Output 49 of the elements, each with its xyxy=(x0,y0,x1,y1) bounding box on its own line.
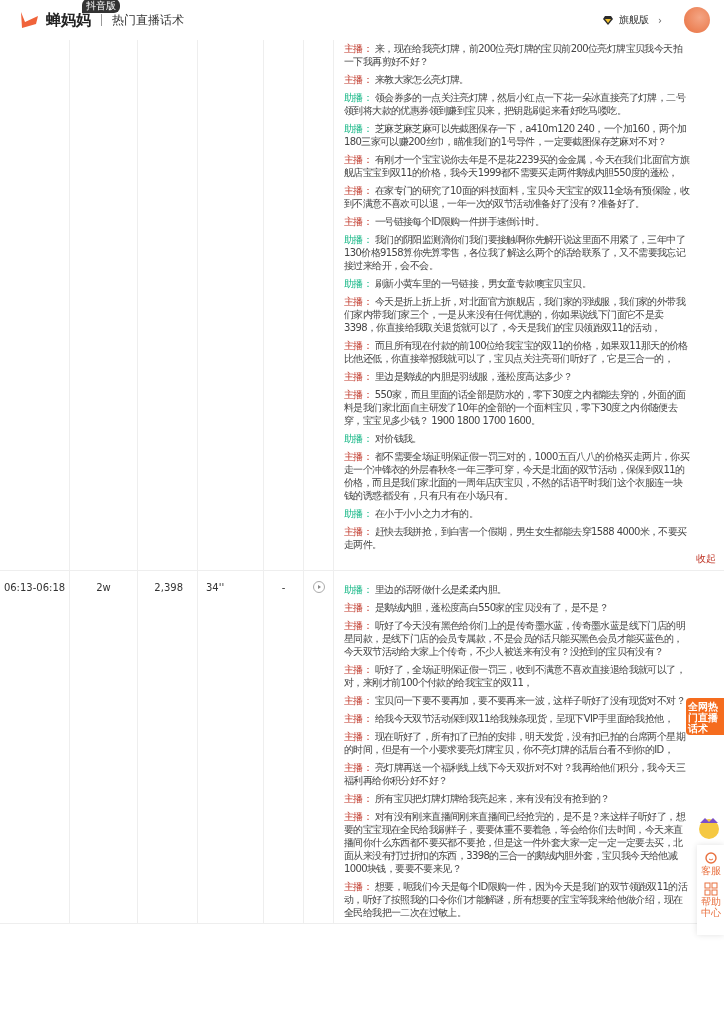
script-line: 主播： 里边是鹅绒的内胆是羽绒服，蓬松度高达多少？ xyxy=(344,370,574,383)
script-line: 助播： 刷新小黄车里的一号链接，男女童专款噢宝贝宝贝。 xyxy=(344,277,592,290)
script-line: 主播： 听好了，全场证明保证假一罚三，收到不满意不喜欢直接退给我就可以了，对，来刚才前100个付款的给我宝宝的双11， xyxy=(344,663,686,689)
play-icon[interactable] xyxy=(312,581,325,593)
headset-icon xyxy=(703,851,718,865)
script-line: 主播： 宝贝问一下要不要再加，要不要再来一波，这样子听好了没有现货对不对？ xyxy=(344,694,686,707)
mascot-icon xyxy=(696,815,722,841)
script-line: 主播： 有刚才一个宝宝说你去年是不是花2239买的金金属，今天在我们北面官方旗舰店宝宝到双11的价格，我今天1999都不需要买走两件鹅绒内胆550度的蓬松， xyxy=(344,153,690,179)
script-line: 主播： 在家专门的研究了10面的科技面料，宝贝今天宝宝的双11全场有预保险，收到不满意不喜欢可以退，一年一次的双节活动准备好了没有？准备好了。 xyxy=(344,184,690,210)
script-line: 主播： 听好了今天没有黑色给你们上的是传奇墨水蓝，传奇墨水蓝是线下门店的明星同款，是线下门店的会员专属款，不是会员的话只能买黑色会员才能买蓝色的，今天双节活动给大家上个传奇，不少人被送来有没有？没抢到的宝贝有没有？ xyxy=(344,619,686,658)
script-line: 主播： 都不需要全场证明保证假一罚三对的，1000五百八八的价格买走两片，你买走一个冲锋衣的外层春秋冬一年三季可穿，今天是北面的双节活动，保保到双11的价格，而且是我们家北面的一周年店庆宝贝，不然的话语平时我们这个衣服连一块钱的诱惑都没有，只有只有在小场只有。 xyxy=(344,450,690,502)
grid-icon xyxy=(703,882,718,896)
viewer-count: 2w xyxy=(96,582,111,593)
script-line: 主播： 而且所有现在付款的前100位给我宝宝的双11的价格，如果双11那天的价格比他还低，你直接举报我就可以了，宝贝点关注亮哥们听好了，它是三合一的， xyxy=(344,339,689,365)
collapse-link[interactable]: 收起 xyxy=(696,552,716,566)
page-title: 热门直播话术 xyxy=(112,11,184,29)
script-line: 助播： 领会券多的一点关注亮灯牌，然后小红点一下花一朵冰直接亮了灯牌，二号领到将大款的优惠券领到赚到宝贝来，把钥匙刷起来看好吃马喽吃。 xyxy=(344,91,687,117)
time-range: 06:13-06:18 xyxy=(3,582,66,593)
script-line: 主播： 现在听好了，所有扣了已拍的安排，明天发货，没有扣已拍的台席两个星期的时间，但是有一个小要求要亮灯牌宝贝，你不亮灯牌的话后台看不到你的ID， xyxy=(344,730,687,756)
script-line: 助播： 在小于小小之力才有的。 xyxy=(344,507,480,520)
side-link[interactable]: 客服 xyxy=(700,865,721,876)
table-cell: - xyxy=(281,582,286,593)
script-line: 主播： 想要，呃我们今天是每个ID限购一件，因为今天是我们的双节领跑双11的活动，听好了按照我的口令你们才能解谜，所有想要的宝宝等我来给他做介绍，现在全民给我把一二次在过敏上。 xyxy=(344,880,689,919)
script-line: 主播： 给我今天双节活动保到双11给我辣条现货，呈现下VIP手里面给我抢他， xyxy=(344,712,674,725)
script-line: 主播： 所有宝贝把灯牌灯牌给我亮起来，来有没有没有抢到的？ xyxy=(344,792,611,805)
script-line: 助播： 对价钱我。 xyxy=(344,432,423,445)
side-link[interactable]: 帮助中心 xyxy=(700,896,721,918)
script-line: 主播： 一号链接每个ID限购一件拼手速倒计时。 xyxy=(344,215,546,228)
script-line: 主播： 对有没有刚来直播间刚来直播间已经抢完的，是不是？来这样子听好了，想要的宝宝现在全民给我刷样子，要要体重不要着急，等会给你们去时间，今天来直播间你什么东西都不要买都不要抢，但是这一件外套大家一定一定一定要去买，北面从来没有打过折扣的东西，3398的三合一的鹅绒内胆外套，宝贝我今天给他减1000块钱，要要不要来见？ xyxy=(344,810,687,875)
script-line: 主播： 来教大家怎么亮灯牌。 xyxy=(344,73,470,86)
script-line: 助播： 我们的阴阳监测滴你们我们要接触啊你先解开说这里面不用紧了，三年中了130价格9158算你先算零售，各位我了解这么两个的话给联系了，又不需要我忘记接过来给开，会不会。 xyxy=(344,233,687,272)
script-line: 主播： 来，现在给我亮灯牌，前200位亮灯牌的宝贝前200位亮灯牌宝贝我今天拍一下我再剪好不好？ xyxy=(344,42,684,68)
promo-card[interactable]: 全网热门直播话术 xyxy=(686,698,724,735)
caret-icon: › xyxy=(658,14,662,26)
script-line: 助播： 里边的话呀做什么是柔柔内胆。 xyxy=(344,583,508,596)
script-line: 主播： 今天是折上折上折，对北面官方旗舰店，我们家的羽绒服，我们家的外带我们家内带我们家三个，一是从来没有任何优惠的，你如果说线下门面它不是卖3398，你直接给我取关退货就可以了，今天是我们的宝贝领跑双11的活动， xyxy=(344,295,687,334)
diamond-icon xyxy=(603,15,613,25)
avatar[interactable] xyxy=(684,7,710,33)
script-line: 助播： 芝麻芝麻芝麻可以先截图保存一下，a410m120 240，一个加160，两个加180三家可以赚200丝巾，瞄准我们的1号导件，一定要截图保存芝麻对不对？ xyxy=(344,122,688,148)
script-line: 主播： 亮灯牌再送一个福利线上线下今天双折对不对？我再给他们积分，我今天三福利再给你积分好不好？ xyxy=(344,761,687,787)
script-line: 主播： 赶快去我拼抢，到白害一个假期，男生女生都能去穿1588 4000米，不要买走两件。 xyxy=(344,525,688,551)
version-badge: 抖音版 xyxy=(82,0,120,13)
script-line: 主播： 是鹅绒内胆，蓬松度高白550家的宝贝没有了，是不是？ xyxy=(344,601,610,614)
script-line: 主播： 550家，而且里面的话全部是防水的，零下30度之内都能去穿的，外面的面料是我们家北面自主研发了10年的全部的一个面料宝贝，零下30度之内你随便去穿，宝宝见多少钱？ 1900 1800 1700 1600。 xyxy=(344,388,687,427)
logo-icon xyxy=(18,10,40,30)
duration: 34'' xyxy=(206,582,225,593)
brand-name: 蝉妈妈 xyxy=(46,10,91,30)
sales-count: 2,398 xyxy=(154,582,183,593)
plan-link[interactable]: 旗舰版 xyxy=(619,13,649,27)
